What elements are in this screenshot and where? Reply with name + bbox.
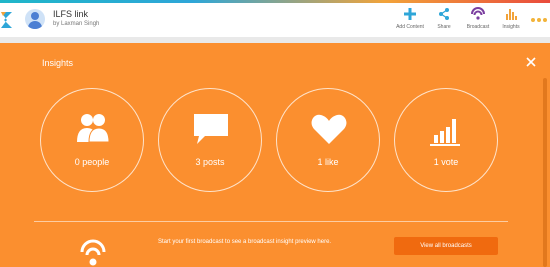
stat-likes[interactable]: 1 like [276, 88, 380, 192]
stat-votes-label: 1 vote [433, 157, 459, 167]
broadcast-promo-text: Start your first broadcast to see a broa… [158, 239, 332, 245]
stat-votes[interactable]: 1 vote [394, 88, 498, 192]
page-author: by Laxman Singh [53, 21, 100, 27]
stat-people-label: 0 people [74, 157, 110, 167]
stat-likes-label: 1 like [317, 157, 339, 167]
stat-posts[interactable]: 3 posts [158, 88, 262, 192]
more-options-icon[interactable] [531, 18, 547, 22]
insights-button[interactable]: Insights [491, 7, 531, 35]
insights-title: Insights [42, 58, 74, 68]
close-button[interactable] [524, 55, 538, 69]
insights-label: Insights [502, 24, 520, 30]
section-divider [34, 221, 508, 222]
insights-panel: Insights 0 people 3 posts 1 like 1 vote … [0, 43, 550, 267]
app-logo-icon[interactable] [0, 10, 14, 30]
avatar[interactable] [25, 9, 45, 29]
bar-chart-icon [506, 9, 517, 20]
page-title: ILFS link [53, 9, 89, 19]
people-icon [77, 114, 110, 143]
header-bar: ILFS link by Laxman Singh Add Content Sh… [0, 3, 550, 37]
heart-icon [311, 114, 347, 144]
broadcast-icon [80, 239, 106, 266]
bar-chart-icon [430, 119, 460, 146]
stat-people[interactable]: 0 people [40, 88, 144, 192]
scrollbar[interactable] [543, 78, 547, 267]
chat-bubble-icon [194, 114, 228, 144]
stat-posts-label: 3 posts [195, 157, 225, 167]
view-all-broadcasts-button[interactable]: View all broadcasts [394, 237, 498, 255]
close-icon [526, 57, 536, 67]
